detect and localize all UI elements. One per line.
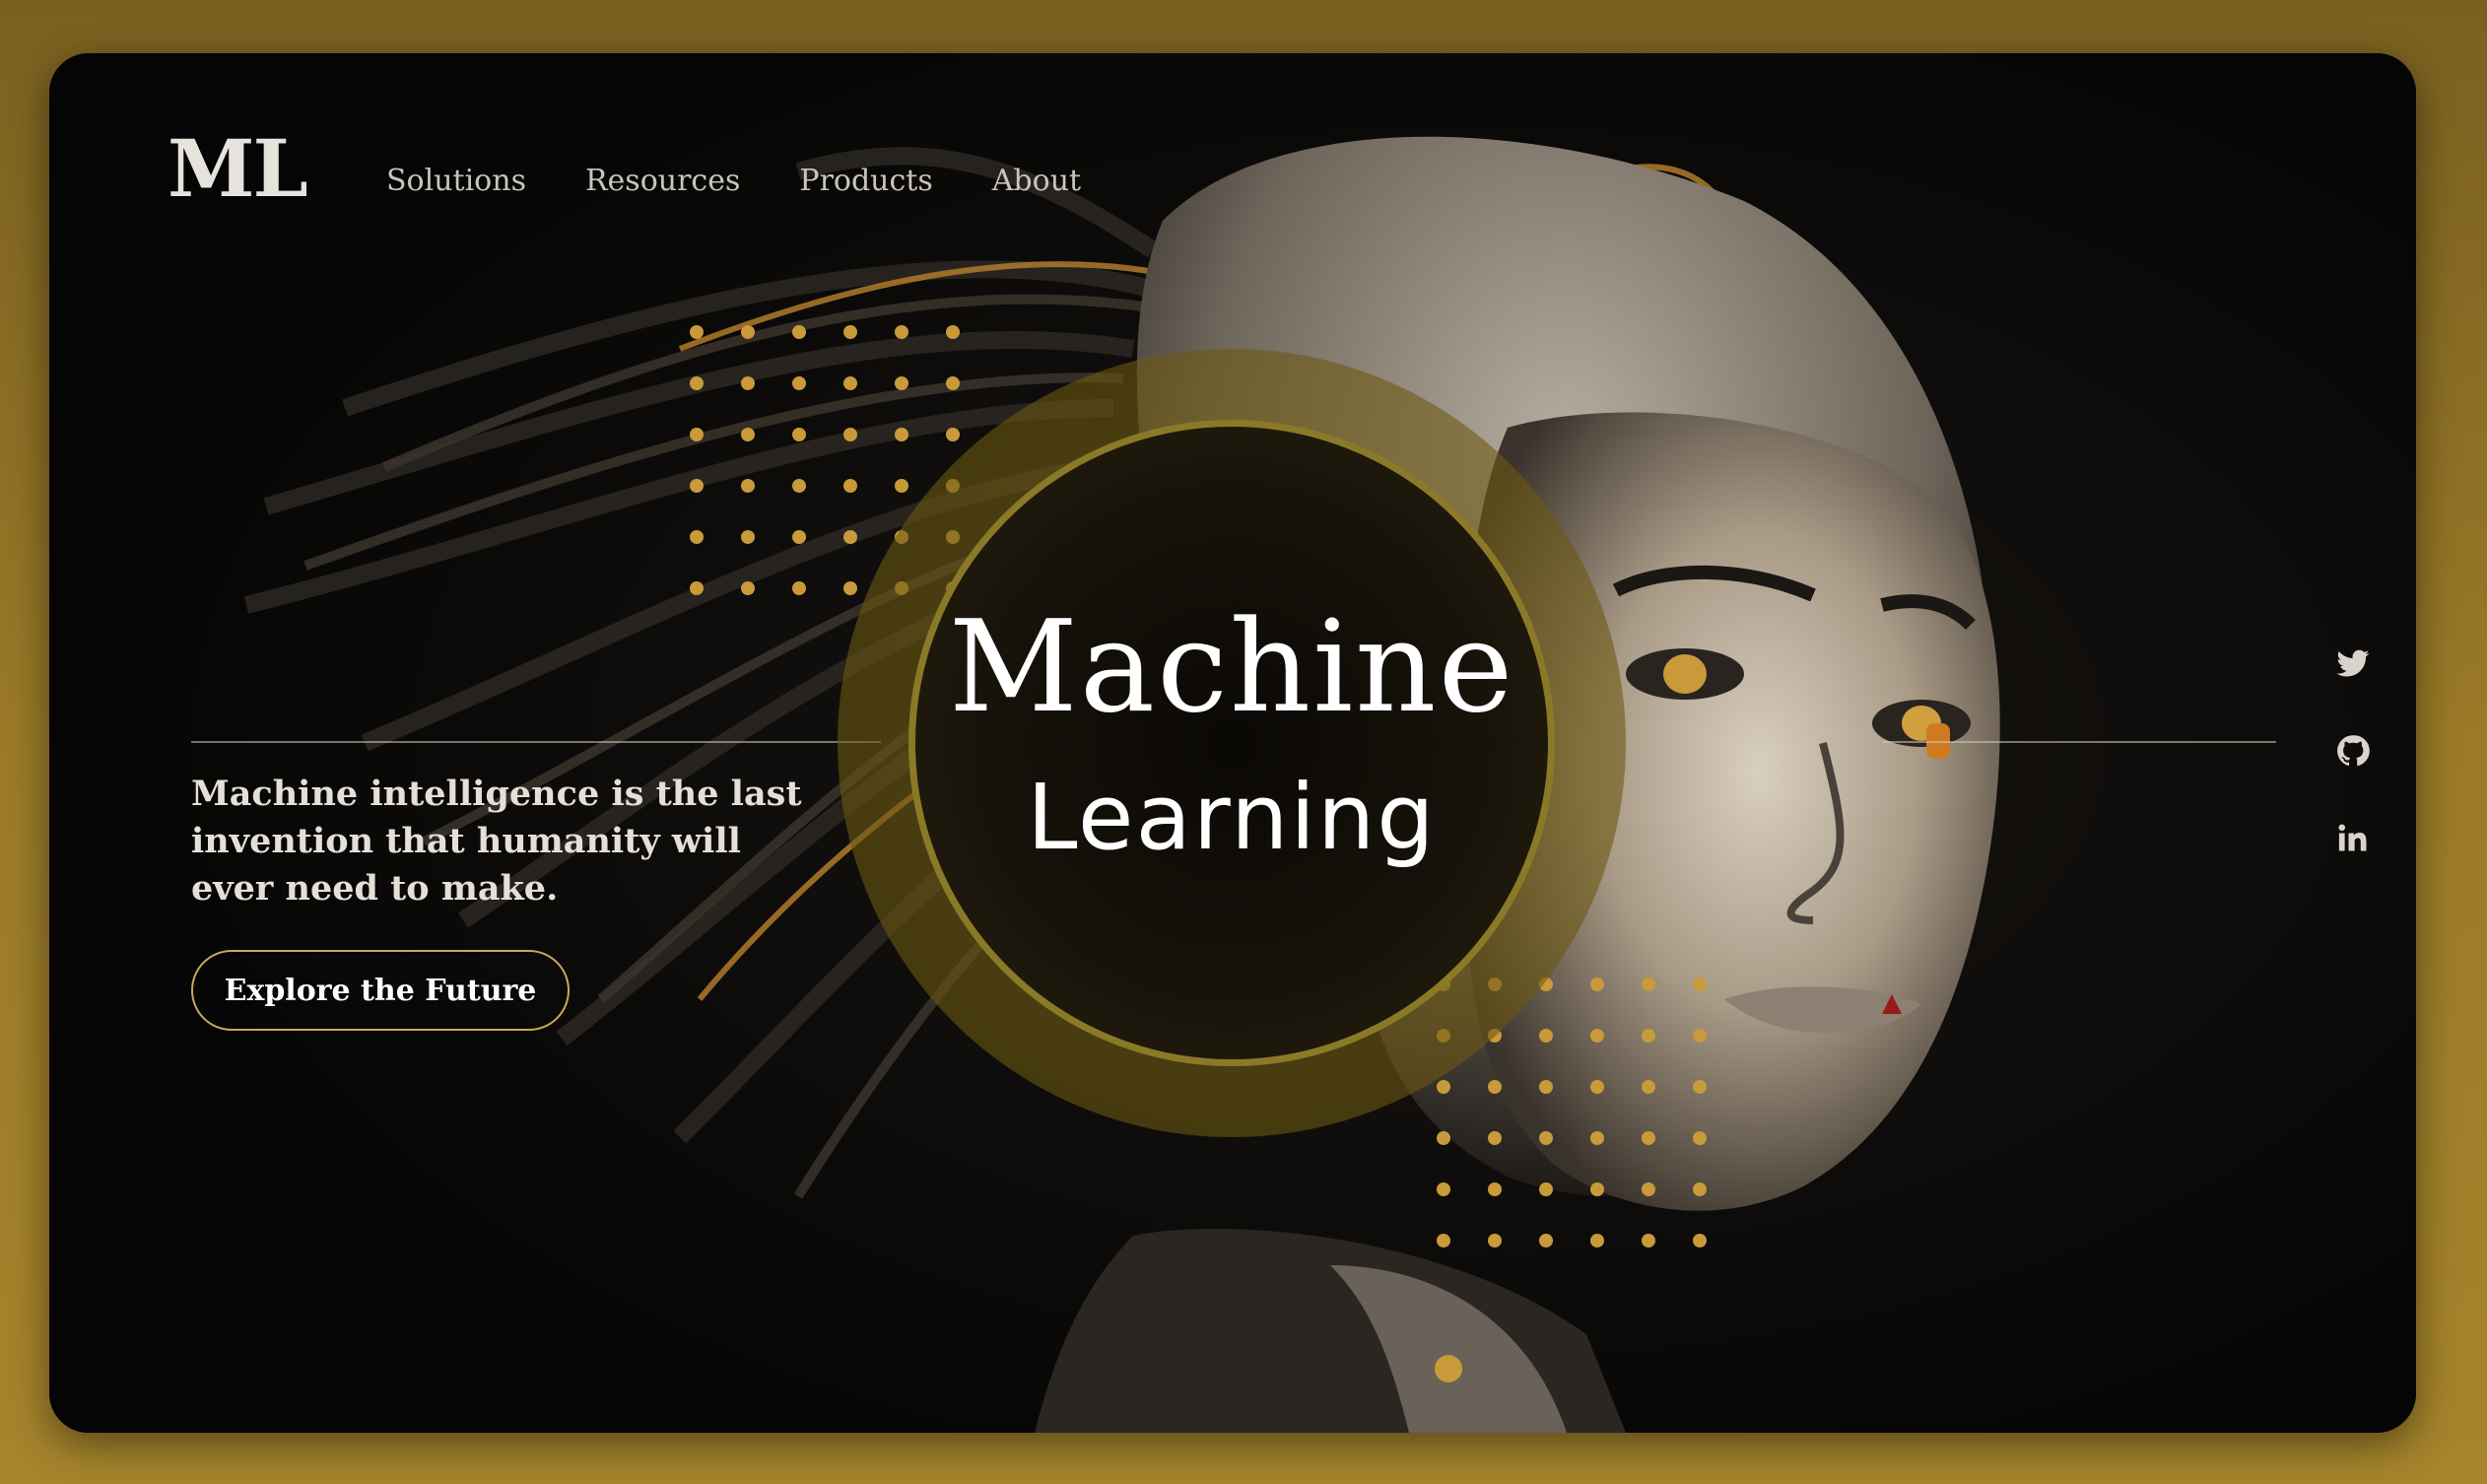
github-icon[interactable] [2333,731,2373,771]
decor-dot [895,325,908,339]
decor-dot [1693,978,1707,991]
divider-right [1882,741,2276,743]
decor-dot [741,530,755,544]
decor-dot [1539,1029,1553,1043]
decor-dot [843,325,857,339]
decor-dot [1539,1234,1553,1248]
decor-dot [1642,1080,1655,1094]
hero-tagline: Machine intelligence is the last inventi… [191,774,802,909]
decor-dot [1693,1182,1707,1196]
decor-dot [690,581,704,595]
main-nav: Solutions Resources Products About [386,164,1081,198]
decor-dot [1590,1182,1604,1196]
decor-dot [690,479,704,493]
decor-dot [1693,1080,1707,1094]
decor-dot [792,376,806,390]
linkedin-icon[interactable] [2333,818,2373,857]
decor-dot [1642,1029,1655,1043]
decor-dot [843,479,857,493]
decor-dot [1693,1029,1707,1043]
divider-left [191,741,881,743]
nav-item-about[interactable]: About [992,164,1081,198]
decor-dot [843,581,857,595]
decor-dot [741,479,755,493]
decor-dot [792,530,806,544]
decor-dot [1437,1080,1450,1094]
decor-dot [1539,1182,1553,1196]
decor-dot [1488,1182,1502,1196]
decor-dot [1539,1080,1553,1094]
decor-dot [1693,1234,1707,1248]
decor-dot [946,376,960,390]
decor-dot [946,325,960,339]
decor-dot [1642,978,1655,991]
nav-item-products[interactable]: Products [799,164,932,198]
decor-dot [690,376,704,390]
decor-dot [1590,1029,1604,1043]
title-ring [908,420,1555,1066]
decor-dot [1693,1131,1707,1145]
decor-dot [1590,1080,1604,1094]
nav-item-solutions[interactable]: Solutions [386,164,526,198]
decor-dot [843,428,857,441]
decor-dot [1488,1080,1502,1094]
decor-dot [792,325,806,339]
decor-dot [1642,1131,1655,1145]
decor-dot [1642,1182,1655,1196]
decor-dot [792,479,806,493]
decor-dot [1539,1131,1553,1145]
decor-dot [690,428,704,441]
decor-dot [690,325,704,339]
decor-dot [792,428,806,441]
decor-dot [946,428,960,441]
decor-dot [843,376,857,390]
decor-dot [1590,978,1604,991]
decor-dot [1437,1182,1450,1196]
explore-future-button[interactable]: Explore the Future [191,950,570,1031]
decor-dot [1488,1234,1502,1248]
decor-dot [1488,1131,1502,1145]
twitter-icon[interactable] [2333,644,2373,684]
decor-dot [1437,1131,1450,1145]
decor-dot [895,479,908,493]
nav-item-resources[interactable]: Resources [585,164,740,198]
hero-card: ML Solutions Resources Products About Ma… [49,53,2416,1433]
decor-dot [1590,1234,1604,1248]
decor-dot [792,581,806,595]
decor-dot [843,530,857,544]
decor-dot [741,581,755,595]
logo[interactable]: ML [168,122,308,215]
decor-dot [1642,1234,1655,1248]
hero-title-line1: Machine [948,594,1515,741]
hero-title-line2: Learning [1027,765,1437,870]
decor-dot [1437,1234,1450,1248]
decor-dot [741,325,755,339]
decor-dot [895,376,908,390]
decor-dot [895,428,908,441]
decor-dot [1590,1131,1604,1145]
decor-dot [690,530,704,544]
decor-dot [741,376,755,390]
decor-dot [741,428,755,441]
